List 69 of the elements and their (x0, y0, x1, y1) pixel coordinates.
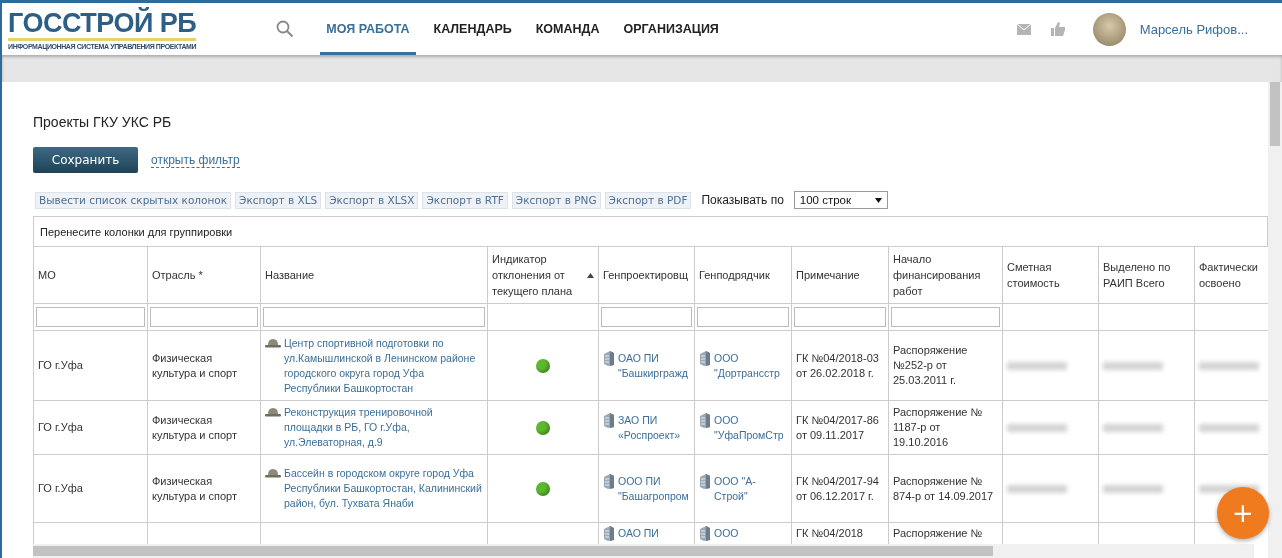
mail-icon[interactable] (1016, 23, 1031, 35)
building-icon (603, 526, 615, 541)
export-button[interactable]: Экспорт в RTF (422, 191, 508, 209)
column-header[interactable]: Индикатор отклонения от текущего плана (487, 246, 599, 304)
nav-tab[interactable]: КОМАНДА (529, 3, 606, 55)
building-icon (699, 526, 711, 541)
filter-field[interactable] (601, 307, 692, 327)
search-icon[interactable] (276, 20, 295, 38)
building-icon (699, 412, 711, 428)
building-icon (603, 350, 615, 366)
helmet-icon (265, 337, 281, 348)
helmet-icon (265, 468, 281, 478)
table-cell: ГО г.Уфа (38, 482, 83, 494)
table-cell: Распоряжение № 874-р от 14.09.2017 (893, 474, 994, 502)
building-icon (603, 412, 615, 428)
page-title: Проекты ГКУ УКС РБ (33, 114, 173, 130)
column-header[interactable]: Генподрядчик (694, 246, 792, 304)
nav-tab[interactable]: ОРГАНИЗАЦИЯ (617, 3, 725, 55)
open-filter-link[interactable]: открыть фильтр (151, 152, 240, 168)
table-cell: Распоряжение № (893, 527, 983, 539)
table-cell: ГО г.Уфа (38, 359, 83, 371)
building-icon (699, 350, 711, 366)
table-cell: ГК №04/2018 (796, 527, 863, 539)
dropdown-caret-icon (874, 197, 882, 203)
export-button[interactable]: Экспорт в XLSX (325, 191, 419, 209)
page-size-select[interactable]: 100 строк (793, 191, 888, 209)
thumbs-up-icon[interactable] (1050, 22, 1066, 36)
column-header[interactable]: Название (260, 246, 488, 304)
helmet-icon (265, 407, 281, 417)
filter-field[interactable] (891, 307, 1000, 327)
vertical-scrollbar[interactable] (1268, 82, 1282, 558)
save-button[interactable]: Сохранить (33, 147, 138, 173)
export-button[interactable]: Экспорт в PNG (511, 191, 601, 209)
group-hint: Перенесите колонки для группировки (40, 225, 233, 238)
table-cell: ГК №04/2017-94 от 06.12.2017 г. (796, 474, 879, 502)
filter-field[interactable] (263, 307, 485, 327)
column-header[interactable]: Примечание (791, 246, 889, 304)
table-cell: ГО г.Уфа (38, 421, 83, 433)
column-header[interactable]: Начало финансирования работ (888, 246, 1003, 304)
building-icon (699, 473, 711, 489)
avatar[interactable] (1092, 12, 1126, 46)
table-cell: Физическая культура и спорт (152, 474, 237, 502)
page-size-label: Показывать по (701, 193, 784, 207)
filter-field[interactable] (150, 307, 258, 327)
column-header[interactable]: Генпроектировщ (598, 246, 695, 304)
table-cell: Физическая культура и спорт (152, 351, 237, 379)
organization-link[interactable]: ООО (714, 526, 739, 541)
table-cell: ГК №04/2018-03 от 26.02.2018 г. (796, 351, 879, 379)
column-header[interactable]: Выделено по РАИП Всего (1098, 246, 1195, 304)
column-header[interactable]: МО (33, 246, 148, 304)
user-name[interactable]: Марсель Рифов... (1139, 21, 1248, 37)
column-header[interactable]: Сметная стоимость (1002, 246, 1099, 304)
building-icon (603, 473, 615, 489)
table-cell: Физическая культура и спорт (152, 413, 237, 441)
horizontal-scrollbar[interactable] (33, 544, 1254, 558)
export-button[interactable]: Экспорт в PDF (604, 191, 692, 209)
logo-title: ГОССТРОЙ РБ (8, 8, 197, 41)
filter-field[interactable] (794, 307, 886, 327)
export-button[interactable]: Вывести список скрытых колонок (35, 191, 232, 209)
column-header-label: Индикатор отклонения от текущего плана (492, 252, 574, 299)
filter-field[interactable] (36, 307, 145, 327)
table-cell: ГК №04/2017-86 от 09.11.2017 (796, 413, 879, 441)
table-cell: Распоряжение №252-р от 25.03.2011 г. (893, 344, 968, 386)
sort-ascending-icon[interactable] (587, 272, 594, 278)
filter-field[interactable] (697, 307, 789, 327)
export-button[interactable]: Экспорт в XLS (235, 191, 322, 209)
column-header[interactable]: Отрасль * (147, 246, 261, 304)
nav-tab[interactable]: КАЛЕНДАРЬ (427, 3, 518, 55)
table-cell: Распоряжение № 1187-р от 19.10.2016 (893, 406, 983, 448)
